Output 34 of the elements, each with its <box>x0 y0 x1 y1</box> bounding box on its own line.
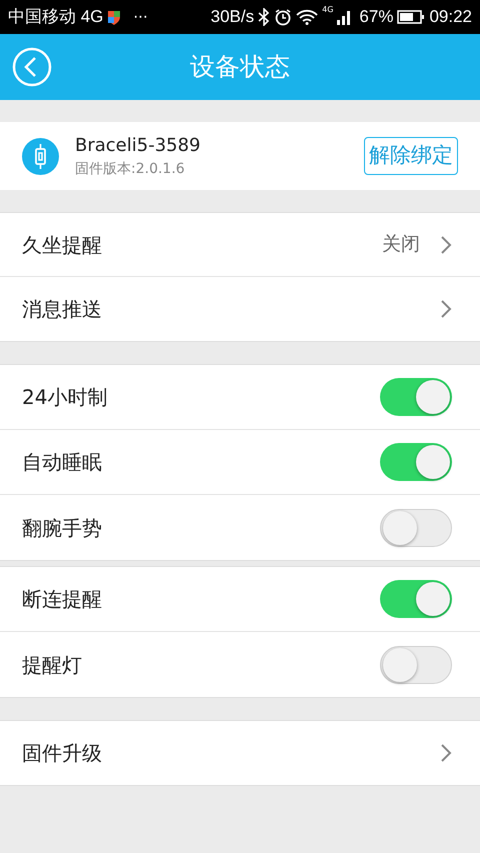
alarm-icon <box>274 8 292 26</box>
row-label: 固件升级 <box>22 740 103 767</box>
device-name: Braceli5-3589 <box>75 134 202 158</box>
row-value: 关闭 <box>382 232 420 258</box>
bluetooth-icon <box>258 8 270 26</box>
signal-icon <box>337 9 352 25</box>
chevron-right-icon <box>440 743 452 763</box>
more-text: ··· <box>133 6 148 28</box>
row-label: 翻腕手势 <box>22 514 103 542</box>
carrier-text: 中国移动 4G <box>8 6 104 28</box>
row-label: 24小时制 <box>22 384 108 411</box>
page-title: 设备状态 <box>189 51 291 84</box>
row-label: 消息推送 <box>22 296 103 323</box>
chevron-right-icon <box>440 234 452 254</box>
clock-text: 09:22 <box>429 6 472 28</box>
speed-text: 30B/s <box>210 6 254 28</box>
shield-icon <box>107 9 122 25</box>
toggle-switch[interactable] <box>380 646 452 684</box>
firmware-version: 固件版本:2.0.1.6 <box>75 160 186 179</box>
toggle-switch[interactable] <box>380 378 452 416</box>
toggle-switch[interactable] <box>380 508 452 546</box>
toggle-switch[interactable] <box>380 443 452 481</box>
row-label: 提醒灯 <box>22 652 83 678</box>
toggle-switch[interactable] <box>380 580 452 618</box>
chevron-right-icon <box>440 299 452 319</box>
battery-icon <box>397 9 426 25</box>
battery-percent: 67% <box>359 6 394 28</box>
row-label: 久坐提醒 <box>22 232 103 258</box>
network-type-text: 4G <box>322 4 334 16</box>
back-icon[interactable] <box>12 47 52 87</box>
band-icon <box>22 138 59 174</box>
row-label: 自动睡眠 <box>22 449 103 476</box>
wifi-icon <box>296 9 318 25</box>
row-label: 断连提醒 <box>22 586 103 613</box>
